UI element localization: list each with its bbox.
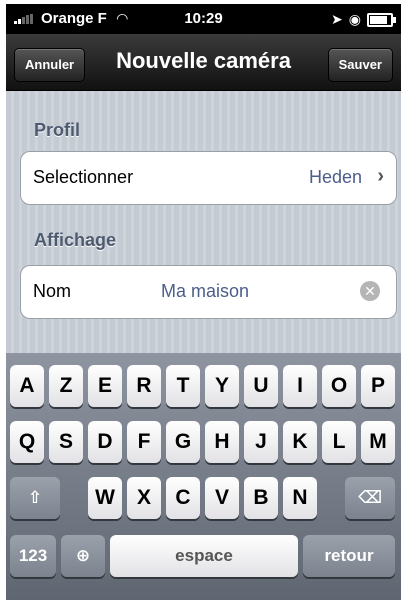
status-bar: Orange F ◠ 10:29 ➤ ◉ bbox=[6, 4, 401, 34]
section-header-affichage: Affichage bbox=[34, 230, 117, 250]
key-c[interactable]: C bbox=[166, 477, 200, 519]
key-s[interactable]: S bbox=[49, 421, 83, 463]
save-button[interactable]: Sauver bbox=[327, 48, 393, 82]
key-v[interactable]: V bbox=[205, 477, 239, 519]
chevron-right-icon: › bbox=[377, 165, 384, 187]
key-o[interactable]: O bbox=[322, 365, 356, 407]
keyboard: A Z E R T Y U I O P Q S D F G H J K L M … bbox=[6, 353, 401, 600]
key-q[interactable]: Q bbox=[10, 421, 44, 463]
key-e[interactable]: E bbox=[88, 365, 122, 407]
backspace-key[interactable]: ⌫ bbox=[345, 477, 395, 519]
key-n[interactable]: N bbox=[283, 477, 317, 519]
settings-form: Profil Selectionner Heden › Affichage No… bbox=[6, 91, 401, 353]
status-right: ➤ ◉ bbox=[331, 11, 396, 28]
key-g[interactable]: G bbox=[166, 421, 200, 463]
key-k[interactable]: K bbox=[283, 421, 317, 463]
key-r[interactable]: R bbox=[127, 365, 161, 407]
key-i[interactable]: I bbox=[283, 365, 317, 407]
key-h[interactable]: H bbox=[205, 421, 239, 463]
key-u[interactable]: U bbox=[244, 365, 278, 407]
shift-key[interactable]: ⇧ bbox=[10, 477, 60, 519]
key-m[interactable]: M bbox=[361, 421, 395, 463]
key-b[interactable]: B bbox=[244, 477, 278, 519]
section-header-profil: Profil bbox=[34, 120, 81, 140]
name-field-cell: Nom Ma maison ✕ bbox=[20, 265, 397, 319]
key-p[interactable]: P bbox=[361, 365, 395, 407]
return-key[interactable]: retour bbox=[303, 535, 395, 577]
clear-icon[interactable]: ✕ bbox=[360, 281, 380, 301]
key-d[interactable]: D bbox=[88, 421, 122, 463]
globe-icon[interactable]: ⊕ bbox=[61, 535, 105, 577]
key-j[interactable]: J bbox=[244, 421, 278, 463]
key-t[interactable]: T bbox=[166, 365, 200, 407]
numbers-key[interactable]: 123 bbox=[10, 535, 56, 577]
key-y[interactable]: Y bbox=[205, 365, 239, 407]
key-w[interactable]: W bbox=[88, 477, 122, 519]
profile-value: Heden bbox=[308, 167, 362, 187]
name-input[interactable]: Ma maison bbox=[161, 281, 249, 302]
navigation-bar: Annuler Nouvelle caméra Sauver bbox=[6, 34, 401, 91]
space-key[interactable]: espace bbox=[110, 535, 298, 577]
cell-label: Nom bbox=[33, 281, 72, 301]
key-l[interactable]: L bbox=[322, 421, 356, 463]
location-icon: ➤ bbox=[331, 11, 343, 27]
battery-icon bbox=[367, 12, 396, 27]
key-z[interactable]: Z bbox=[49, 365, 83, 407]
key-a[interactable]: A bbox=[10, 365, 44, 407]
key-x[interactable]: X bbox=[127, 477, 161, 519]
key-f[interactable]: F bbox=[127, 421, 161, 463]
phone-screen: Orange F ◠ 10:29 ➤ ◉ Annuler Nouvelle ca… bbox=[6, 4, 401, 600]
profile-select-cell[interactable]: Selectionner Heden › bbox=[20, 151, 397, 205]
lock-rotation-icon: ◉ bbox=[348, 11, 361, 27]
cell-label: Selectionner bbox=[33, 167, 134, 187]
